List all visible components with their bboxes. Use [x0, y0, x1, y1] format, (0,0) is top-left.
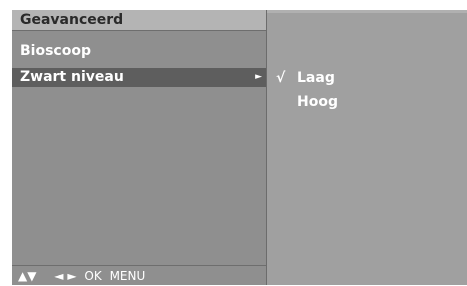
option-laag[interactable]: √ Laag: [267, 68, 467, 88]
tv-osd-menu: Geavanceerd Bioscoop Zwart niveau ► ▲▼ ◄…: [12, 10, 467, 285]
menu-hint: MENU: [109, 269, 146, 283]
submenu-top-edge: [267, 10, 467, 13]
submenu-arrow-icon: ►: [255, 72, 262, 82]
main-menu-panel: Geavanceerd Bioscoop Zwart niveau ► ▲▼ ◄…: [12, 10, 267, 285]
menu-title: Geavanceerd: [12, 10, 266, 31]
menu-item-zwart-niveau[interactable]: Zwart niveau ►: [12, 68, 266, 87]
up-down-arrows-icon: ▲▼: [18, 269, 37, 283]
option-label: Hoog: [297, 94, 338, 110]
checkmark-icon: √: [276, 70, 286, 86]
menu-item-label: Zwart niveau: [20, 69, 124, 85]
submenu-panel: √ Laag Hoog: [267, 10, 467, 285]
menu-item-label: Bioscoop: [20, 43, 91, 59]
option-label: Laag: [297, 70, 335, 86]
option-hoog[interactable]: Hoog: [267, 92, 467, 112]
ok-hint: OK: [84, 269, 102, 283]
left-right-arrows-icon: ◄ ►: [54, 269, 77, 283]
navigation-hint-bar: ▲▼ ◄ ► OK MENU: [12, 265, 266, 285]
menu-item-bioscoop[interactable]: Bioscoop: [12, 42, 266, 61]
